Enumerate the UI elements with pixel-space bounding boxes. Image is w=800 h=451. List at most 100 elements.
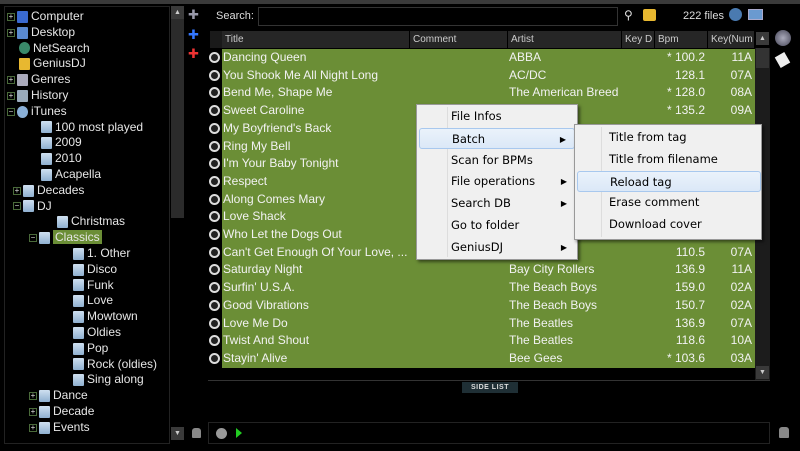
expand-icon[interactable]: + xyxy=(29,423,37,432)
tree-item[interactable]: − DJ xyxy=(13,198,52,214)
search-options-icon[interactable]: ⚲ xyxy=(624,8,636,22)
table-row[interactable]: Stayin' Alive Bee Gees * 103.6 03A xyxy=(209,350,755,368)
tree-item[interactable]: − Classics xyxy=(29,229,102,245)
expand-icon[interactable]: + xyxy=(29,407,37,416)
table-row[interactable]: Good Vibrations The Beach Boys 150.7 02A xyxy=(209,297,755,315)
menu-item[interactable]: Batch ▶ xyxy=(419,127,575,149)
tag-icon[interactable] xyxy=(774,52,791,68)
playlist-icon xyxy=(73,263,84,276)
column-key-d[interactable]: Key D xyxy=(622,31,655,48)
cell-key: 07A xyxy=(730,244,752,259)
tree-item[interactable]: Oldies xyxy=(73,324,121,340)
menu-item[interactable]: File Infos xyxy=(419,106,575,127)
submenu-item[interactable]: Download cover xyxy=(577,214,761,235)
tree-item[interactable]: Christmas xyxy=(57,213,125,229)
cell-title: Who Let the Dogs Out xyxy=(223,227,342,241)
scroll-down-icon[interactable]: ▼ xyxy=(171,427,184,440)
tree-item[interactable]: + Computer xyxy=(7,8,84,24)
tree-item[interactable]: Disco xyxy=(73,261,117,277)
tree-item[interactable]: Acapella xyxy=(41,166,101,182)
column-key-num[interactable]: Key(Num xyxy=(708,31,755,48)
table-row[interactable]: Bend Me, Shape Me The American Breed * 1… xyxy=(209,84,755,102)
netsearch-icon[interactable] xyxy=(729,8,742,21)
expand-icon[interactable]: + xyxy=(7,91,15,100)
table-row[interactable]: Love Me Do The Beatles 136.9 07A xyxy=(209,315,755,333)
collapse-icon[interactable]: − xyxy=(13,202,21,211)
expand-icon[interactable]: + xyxy=(7,12,15,21)
add-filter-icon[interactable]: ✚ xyxy=(188,7,204,22)
tree-item[interactable]: 1. Other xyxy=(73,245,130,261)
tree-item[interactable]: Love xyxy=(73,292,113,308)
tree-item-label: Christmas xyxy=(71,214,126,229)
lock-icon[interactable] xyxy=(779,427,789,438)
menu-item[interactable]: Go to folder xyxy=(419,215,575,236)
tree-item[interactable]: + Events xyxy=(29,419,90,435)
tree-item[interactable]: + Decade xyxy=(29,403,94,419)
tree-item-label: Desktop xyxy=(31,24,76,39)
tree-item[interactable]: + Genres xyxy=(7,71,70,87)
sampler-icon[interactable] xyxy=(216,428,227,439)
cell-title: My Boyfriend's Back xyxy=(223,120,332,135)
scroll-down-icon[interactable]: ▼ xyxy=(756,366,769,379)
expand-icon[interactable]: + xyxy=(7,28,15,37)
add-virtual-folder-icon[interactable]: ✚ xyxy=(188,27,204,42)
playlist-icon xyxy=(73,358,84,371)
tree-item[interactable]: Funk xyxy=(73,277,114,293)
cell-key: 08A xyxy=(730,85,752,100)
add-folder-icon[interactable]: ✚ xyxy=(188,46,204,61)
tree-item[interactable]: 100 most played xyxy=(41,119,143,135)
tree-scrollbar[interactable]: ▲ xyxy=(171,6,184,218)
tree-item[interactable]: Pop xyxy=(73,340,108,356)
scroll-up-icon[interactable]: ▲ xyxy=(171,6,184,19)
play-icon[interactable] xyxy=(236,428,242,438)
tree-item[interactable]: 2009 xyxy=(41,134,82,150)
column-title[interactable]: Title xyxy=(222,31,410,48)
scroll-up-icon[interactable]: ▲ xyxy=(756,32,769,45)
info-icon[interactable] xyxy=(775,30,791,46)
tree-item[interactable]: Sing along xyxy=(73,371,144,387)
history-icon xyxy=(17,89,28,102)
tree-item[interactable]: + Desktop xyxy=(7,24,75,40)
tree-item-label: Computer xyxy=(31,9,84,23)
tree-item[interactable]: Rock (oldies) xyxy=(73,356,157,372)
playlist-icon xyxy=(23,184,34,197)
menu-item[interactable]: File operations ▶ xyxy=(419,171,575,192)
tree-item[interactable]: GeniusDJ xyxy=(7,55,86,71)
expand-icon[interactable]: + xyxy=(13,186,21,195)
table-row[interactable]: Dancing Queen ABBA * 100.2 11A xyxy=(209,49,755,67)
column-bpm[interactable]: Bpm xyxy=(655,31,708,48)
collapse-icon[interactable]: − xyxy=(29,234,37,243)
submenu-item[interactable]: Title from tag xyxy=(577,127,761,148)
expand-icon[interactable]: + xyxy=(29,392,37,401)
menu-item[interactable]: Search DB ▶ xyxy=(419,193,575,214)
monitor-icon[interactable] xyxy=(748,9,763,20)
tree-item[interactable]: − iTunes xyxy=(7,103,67,119)
table-row[interactable]: Saturday Night Bay City Rollers 136.9 11… xyxy=(209,261,755,279)
tree-item[interactable]: + Decades xyxy=(13,182,84,198)
scroll-thumb[interactable] xyxy=(756,48,769,68)
collapse-icon[interactable]: − xyxy=(7,107,15,116)
tree-item-label: 1. Other xyxy=(87,246,131,260)
lock-icon[interactable] xyxy=(192,428,201,438)
table-row[interactable]: You Shook Me All Night Long AC/DC 128.1 … xyxy=(209,67,755,85)
submenu-item[interactable]: Erase comment xyxy=(577,192,761,213)
tree-item[interactable]: 2010 xyxy=(41,150,82,166)
search-input[interactable] xyxy=(258,7,618,26)
folder-icon[interactable] xyxy=(643,9,656,21)
tree-item[interactable]: + Dance xyxy=(29,387,88,403)
column-comment[interactable]: Comment xyxy=(410,31,508,48)
menu-item[interactable]: Scan for BPMs xyxy=(419,150,575,171)
cell-bpm: * 128.0 xyxy=(666,85,705,100)
table-row[interactable]: Twist And Shout The Beatles 118.6 10A xyxy=(209,332,755,350)
tree-item[interactable]: + History xyxy=(7,87,68,103)
menu-item[interactable]: GeniusDJ ▶ xyxy=(419,237,575,258)
expand-icon[interactable]: + xyxy=(7,76,15,85)
table-row[interactable]: Surfin' U.S.A. The Beach Boys 159.0 02A xyxy=(209,279,755,297)
side-list-tab[interactable]: SIDE LIST xyxy=(462,382,518,393)
cell-artist: Bay City Rollers xyxy=(509,262,595,277)
column-artist[interactable]: Artist xyxy=(508,31,622,48)
tree-item[interactable]: NetSearch xyxy=(7,40,90,56)
tree-item[interactable]: Mowtown xyxy=(73,308,138,324)
submenu-item[interactable]: Reload tag xyxy=(577,170,761,192)
submenu-item[interactable]: Title from filename xyxy=(577,149,761,170)
